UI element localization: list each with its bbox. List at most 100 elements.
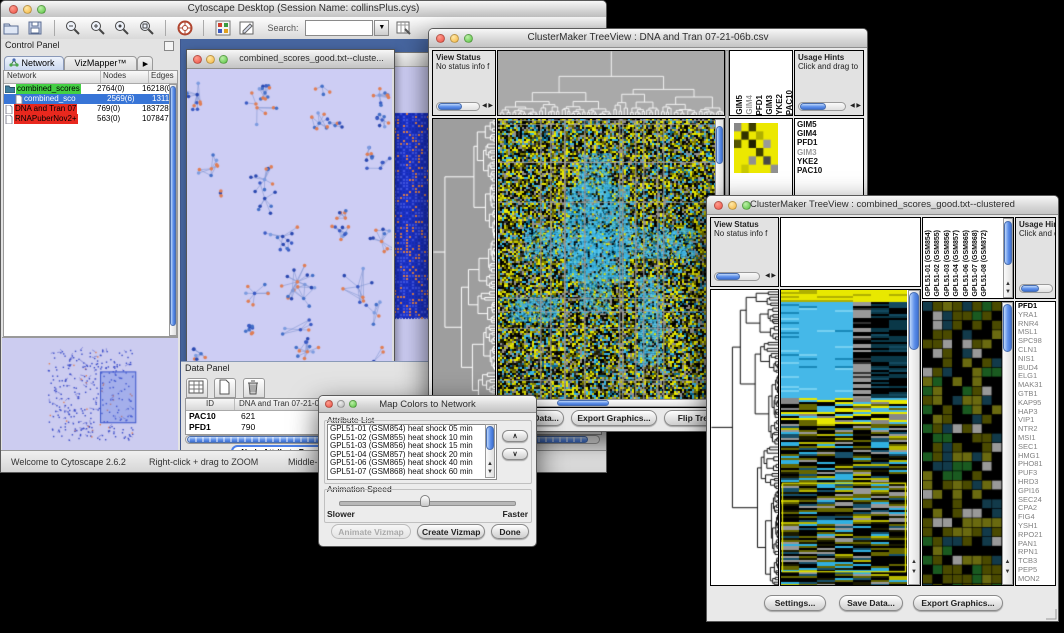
zoom-button[interactable] bbox=[219, 55, 228, 64]
scroll-down-arrow[interactable]: ▼ bbox=[1003, 569, 1012, 576]
attribute-select-icon[interactable] bbox=[186, 378, 208, 398]
zoom-selected-icon[interactable] bbox=[113, 19, 131, 37]
scrollbar-thumb[interactable] bbox=[716, 126, 723, 164]
annotation-icon[interactable] bbox=[238, 19, 256, 37]
attribute-list-scrollbar[interactable]: ▲ ▼ bbox=[485, 424, 495, 478]
row-label[interactable]: PAC10 bbox=[795, 166, 863, 175]
scroll-arrows[interactable]: ◀ ▶ bbox=[765, 272, 776, 281]
search-dropdown-button[interactable]: ▼ bbox=[374, 20, 389, 36]
close-button[interactable] bbox=[193, 55, 202, 64]
speed-slider-thumb[interactable] bbox=[420, 495, 430, 507]
document-icon bbox=[5, 105, 13, 114]
done-button[interactable]: Done bbox=[491, 524, 529, 539]
gene-label[interactable]: MON2 bbox=[1016, 575, 1055, 584]
scroll-down-arrow[interactable]: ▼ bbox=[486, 469, 494, 476]
heatmap-vscrollbar[interactable]: ▲ ▼ bbox=[908, 290, 920, 585]
heatmap-canvas[interactable] bbox=[781, 290, 907, 585]
scrollbar-thumb[interactable] bbox=[1003, 304, 1012, 352]
resize-grip[interactable] bbox=[1045, 608, 1057, 620]
zoom-vscrollbar[interactable]: ▲ ▼ bbox=[1002, 302, 1013, 585]
usage-hints-scrollbar[interactable] bbox=[1019, 284, 1053, 293]
network-row-dna[interactable]: DNA and Tran 07 769(0) 183728(0) bbox=[4, 104, 177, 114]
scrollbar-thumb[interactable] bbox=[1021, 285, 1039, 292]
row-dendrogram[interactable] bbox=[433, 119, 495, 407]
scrollbar-thumb[interactable] bbox=[716, 273, 740, 280]
heatmap-pane[interactable] bbox=[497, 118, 725, 408]
open-network-icon[interactable] bbox=[2, 19, 20, 37]
network-table-header[interactable]: Network Nodes Edges bbox=[4, 71, 177, 84]
scroll-down-arrow[interactable]: ▼ bbox=[1004, 289, 1012, 296]
new-attribute-icon[interactable] bbox=[214, 378, 236, 398]
mini-heatmap[interactable] bbox=[734, 123, 778, 173]
row-dendrogram-pane[interactable] bbox=[710, 289, 779, 586]
col-id[interactable]: ID bbox=[186, 399, 235, 410]
scroll-arrows[interactable]: ◀ ▶ bbox=[850, 102, 861, 111]
network-table-scrollbar[interactable] bbox=[169, 84, 177, 336]
attribute-item[interactable]: GPL51-07 (GSM868) heat shock 60 min bbox=[328, 468, 496, 477]
view-status-scrollbar[interactable] bbox=[436, 102, 480, 111]
scrollbar-thumb[interactable] bbox=[486, 426, 494, 450]
scrollbar-thumb[interactable] bbox=[170, 86, 176, 326]
scroll-up-arrow[interactable]: ▲ bbox=[909, 559, 919, 566]
treeview-combined-titlebar[interactable]: ClusterMaker TreeView : combined_scores_… bbox=[707, 196, 1058, 215]
done-label: Done bbox=[499, 527, 520, 537]
save-session-icon[interactable] bbox=[26, 19, 44, 37]
scroll-up-arrow[interactable]: ▲ bbox=[1003, 559, 1012, 566]
zoom-heatmap-canvas[interactable] bbox=[923, 302, 1002, 585]
zoom-out-icon[interactable] bbox=[64, 19, 82, 37]
col-nodes[interactable]: Nodes bbox=[101, 71, 149, 83]
cytoscape-titlebar[interactable]: Cytoscape Desktop (Session Name: collins… bbox=[1, 1, 606, 18]
attribute-browser-icon[interactable] bbox=[395, 19, 413, 37]
minimize-button[interactable] bbox=[206, 55, 215, 64]
col-edges[interactable]: Edges bbox=[149, 71, 177, 83]
scrollbar-thumb[interactable] bbox=[909, 292, 919, 350]
create-vizmap-button[interactable]: Create Vizmap bbox=[417, 524, 485, 539]
scrollbar-thumb[interactable] bbox=[800, 103, 826, 110]
column-dendrogram-pane[interactable] bbox=[497, 50, 725, 116]
column-label: GIM3 bbox=[765, 95, 774, 115]
network-row-combined-scores[interactable]: combined_scores 2764(0) 16218(0) bbox=[4, 84, 177, 94]
zoom-heatmap-pane[interactable]: ▲ ▼ bbox=[922, 301, 1014, 586]
row-dendrogram-pane[interactable] bbox=[432, 118, 496, 408]
save-data-button[interactable]: Save Data... bbox=[839, 595, 903, 611]
settings-button[interactable]: Settings... bbox=[764, 595, 826, 611]
labels-scrollbar[interactable]: ▲ ▼ bbox=[1003, 218, 1013, 298]
scrollbar-thumb[interactable] bbox=[1004, 221, 1012, 265]
view-status-scrollbar[interactable] bbox=[714, 272, 760, 281]
float-panel-icon[interactable] bbox=[164, 41, 174, 51]
scroll-down-arrow[interactable]: ▼ bbox=[909, 569, 919, 576]
zoom-in-icon[interactable] bbox=[89, 19, 107, 37]
export-graphics-button[interactable]: Export Graphics... bbox=[571, 410, 657, 426]
birdseye-view[interactable] bbox=[2, 337, 178, 451]
scrollbar-thumb[interactable] bbox=[557, 400, 609, 406]
network-row-rna[interactable]: RNAPuberNov2+ 563(0) 107847(0) bbox=[4, 114, 177, 124]
help-lifering-icon[interactable] bbox=[176, 19, 194, 37]
delete-attribute-icon[interactable] bbox=[243, 378, 265, 398]
vizmapper-palette-icon[interactable] bbox=[214, 19, 232, 37]
heatmap-pane[interactable]: ▲ ▼ bbox=[780, 289, 921, 586]
move-up-button[interactable]: ∧ bbox=[502, 430, 528, 442]
row-label[interactable]: GIM4 bbox=[795, 129, 863, 138]
network-view-titlebar[interactable]: combined_scores_good.txt--cluste... bbox=[187, 50, 394, 69]
row-label[interactable]: GIM5 bbox=[795, 120, 863, 129]
heatmap-canvas[interactable] bbox=[498, 119, 724, 407]
scroll-up-arrow[interactable]: ▲ bbox=[1004, 281, 1012, 288]
row-label[interactable]: YKE2 bbox=[795, 157, 863, 166]
row-label[interactable]: PFD1 bbox=[795, 138, 863, 147]
search-input[interactable] bbox=[305, 20, 373, 36]
network-canvas[interactable] bbox=[187, 69, 392, 370]
zoom-fit-icon[interactable] bbox=[138, 19, 156, 37]
export-graphics-button[interactable]: Export Graphics... bbox=[913, 595, 1003, 611]
dialog-titlebar[interactable]: Map Colors to Network bbox=[319, 396, 536, 413]
treeview-dna-titlebar[interactable]: ClusterMaker TreeView : DNA and Tran 07-… bbox=[429, 29, 867, 48]
row-label[interactable]: GIM3 bbox=[795, 148, 863, 157]
usage-hints-scrollbar[interactable] bbox=[798, 102, 846, 111]
column-dendrogram[interactable] bbox=[498, 51, 724, 115]
row-dendrogram[interactable] bbox=[711, 290, 778, 585]
scrollbar-thumb[interactable] bbox=[438, 103, 462, 110]
network-row-selected[interactable]: combined_sco 2569(6) 13112(15) bbox=[4, 94, 177, 104]
move-down-button[interactable]: ∨ bbox=[502, 448, 528, 460]
scroll-up-arrow[interactable]: ▲ bbox=[486, 461, 494, 468]
scroll-arrows[interactable]: ◀ ▶ bbox=[482, 102, 493, 111]
col-network[interactable]: Network bbox=[4, 71, 101, 83]
